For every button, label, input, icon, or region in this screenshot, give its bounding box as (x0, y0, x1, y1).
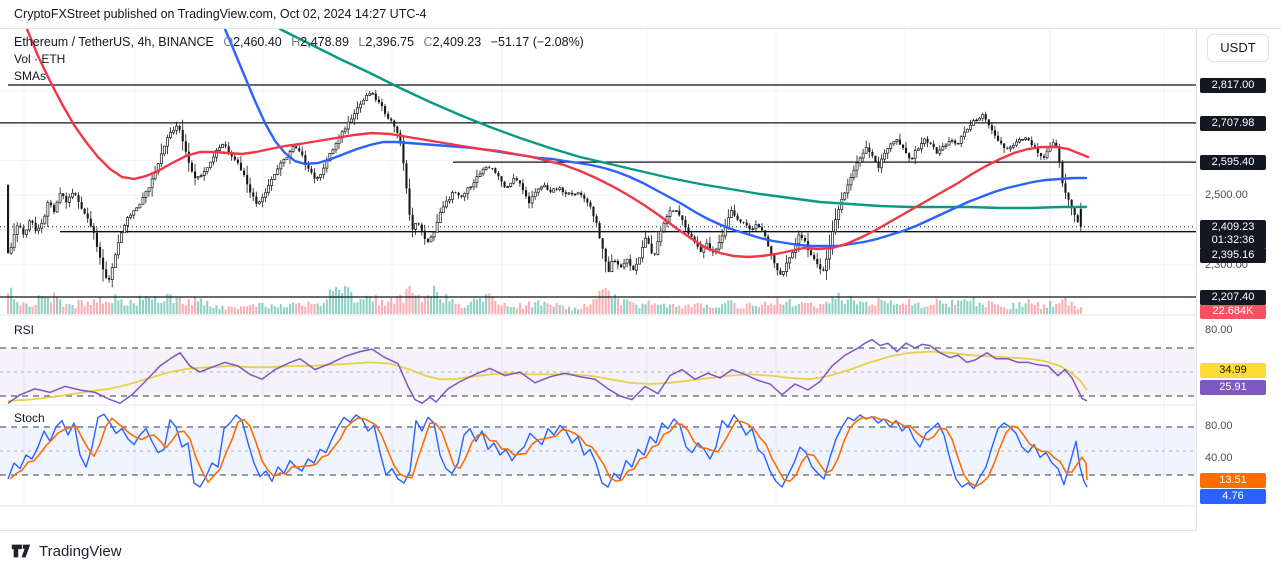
rsi-ma-label: 34.99 (1200, 363, 1266, 378)
bar-countdown: 01:32:36 (1211, 234, 1255, 246)
price-scale[interactable]: USDT 2,817.00 2,707.98 2,595.40 2,500.00… (1196, 29, 1281, 531)
smas-study-label[interactable]: SMAs (14, 69, 584, 83)
tradingview-logo-icon (11, 544, 31, 558)
attribution-text: CryptoFXStreet published on TradingView.… (14, 7, 427, 21)
open-value: 2,460.40 (233, 35, 282, 49)
stoch-k-label: 4.76 (1200, 489, 1266, 504)
axis-tick-2500: 2,500.00 (1205, 189, 1248, 201)
tradingview-logo-text: TradingView (39, 542, 122, 560)
stoch-tick-80: 80.00 (1205, 420, 1233, 432)
stoch-pane-label[interactable]: Stoch (14, 411, 45, 425)
level-label-2395: 2,395.16 (1200, 248, 1266, 263)
open-label: O (223, 35, 234, 49)
current-price-label: 2,409.23 01:32:36 (1200, 220, 1266, 249)
level-label-2207: 2,207.40 (1200, 290, 1266, 305)
level-label-2817: 2,817.00 (1200, 78, 1266, 93)
chart-frame: Ethereum / TetherUS, 4h, BINANCE O2,460.… (0, 28, 1281, 559)
tradingview-published-chart: CryptoFXStreet published on TradingView.… (0, 0, 1281, 571)
high-value: 2,478.89 (300, 35, 349, 49)
volume-study-label[interactable]: Vol · ETH (14, 52, 584, 66)
close-value: 2,409.23 (432, 35, 482, 49)
chart-canvas[interactable] (0, 29, 1196, 531)
close-label: C (423, 35, 433, 49)
stoch-d-label: 13.51 (1200, 473, 1266, 488)
low-value: 2,396.75 (365, 35, 415, 49)
stoch-tick-40: 40.00 (1205, 452, 1233, 464)
rsi-tick-80: 80.00 (1205, 324, 1233, 336)
symbol-title[interactable]: Ethereum / TetherUS, 4h, BINANCE (14, 35, 214, 49)
volume-value-label: 22.684K (1200, 304, 1266, 319)
symbol-ohlc-row: Ethereum / TetherUS, 4h, BINANCE O2,460.… (14, 35, 584, 49)
currency-toggle-button[interactable]: USDT (1207, 34, 1269, 62)
chart-legend[interactable]: Ethereum / TetherUS, 4h, BINANCE O2,460.… (14, 35, 584, 83)
change-value: −51.17 (−2.08%) (490, 35, 584, 49)
level-label-2707: 2,707.98 (1200, 116, 1266, 131)
level-label-2595: 2,595.40 (1200, 155, 1266, 170)
tradingview-logo[interactable]: TradingView (10, 540, 122, 562)
footer-bar: TradingView (0, 530, 1281, 571)
current-price-value: 2,409.23 (1211, 221, 1255, 233)
rsi-value-label: 25.91 (1200, 380, 1266, 395)
high-label: H (291, 35, 301, 49)
rsi-pane-label[interactable]: RSI (14, 323, 34, 337)
attribution-bar: CryptoFXStreet published on TradingView.… (0, 0, 1281, 28)
